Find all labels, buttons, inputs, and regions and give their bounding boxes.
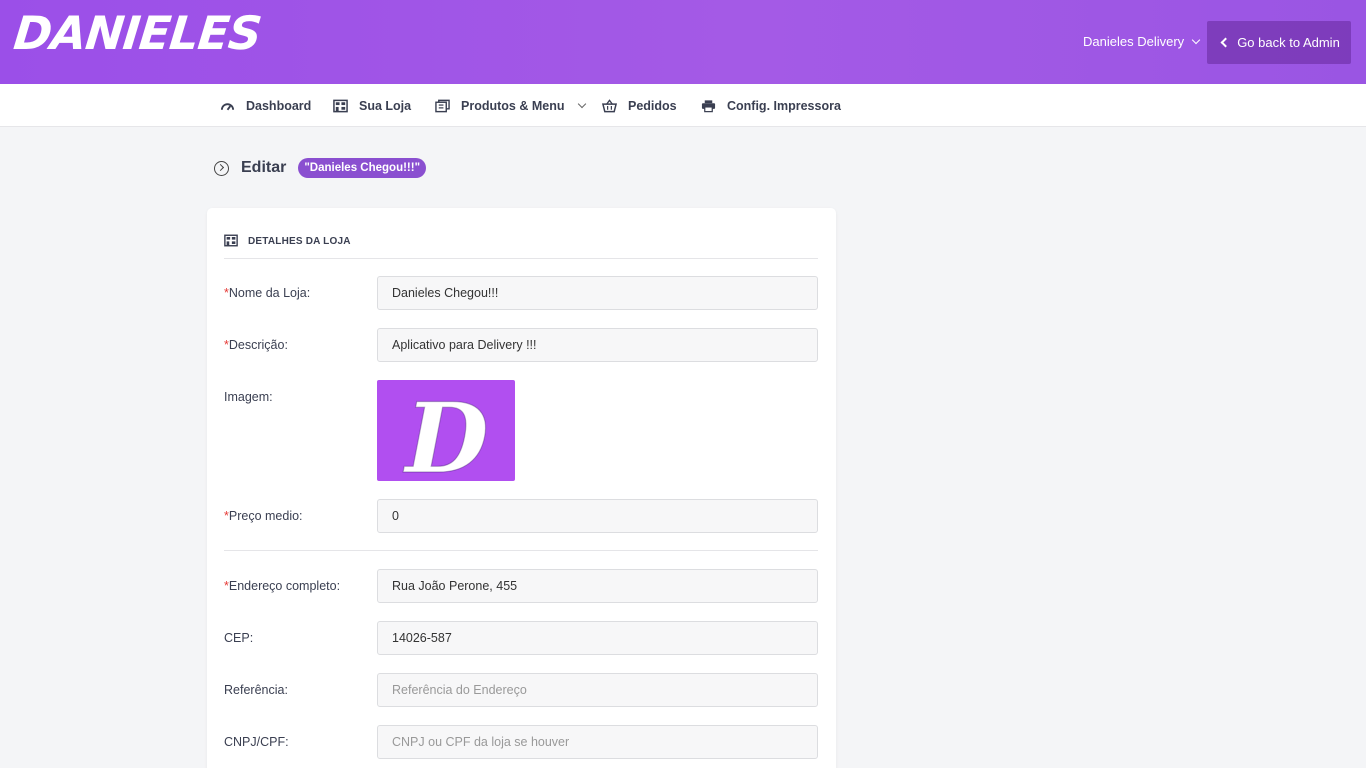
label-text: Nome da Loja: <box>228 286 311 300</box>
preco-medio-input[interactable] <box>377 499 818 533</box>
label-text: Imagem: <box>224 390 273 404</box>
speedometer-icon <box>220 102 235 110</box>
imagem-label: Imagem: <box>224 390 273 404</box>
page-title: Editar <box>241 159 287 176</box>
store-icon <box>224 234 238 247</box>
referencia-label: Referência: <box>224 683 288 697</box>
chevron-down-icon <box>1191 35 1201 44</box>
nav-label: Config. Impressora <box>727 98 841 113</box>
cep-input[interactable] <box>377 621 818 655</box>
nav-label: Dashboard <box>246 98 312 113</box>
endereco-label: *Endereço completo: <box>224 579 340 593</box>
card-title: DETALHES DA LOJA <box>248 236 351 247</box>
section-divider <box>224 550 818 551</box>
store-image-upload[interactable]: D <box>377 380 515 481</box>
nav-item-sua-loja[interactable]: Sua Loja <box>333 84 411 127</box>
main-nav: Dashboard Sua Loja Produtos & Menu Pedid… <box>0 84 1366 127</box>
chevron-circle-right-icon <box>214 160 229 176</box>
top-header: DANIELES Danieles Delivery Go back to Ad… <box>0 0 1366 84</box>
descricao-input[interactable] <box>377 328 818 362</box>
store-details-card: DETALHES DA LOJA *Nome da Loja: *Descriç… <box>207 208 836 768</box>
menu-book-icon <box>435 99 450 112</box>
basket-icon <box>602 98 617 112</box>
store-name-badge: "Danieles Chegou!!!" <box>298 158 427 178</box>
back-to-admin-label: Go back to Admin <box>1237 35 1340 50</box>
nav-label: Sua Loja <box>359 98 412 113</box>
store-selector-dropdown[interactable]: Danieles Delivery <box>1083 34 1201 49</box>
printer-icon <box>701 99 716 112</box>
label-text: Referência: <box>224 683 288 697</box>
label-text: CNPJ/CPF: <box>224 735 289 749</box>
endereco-input[interactable] <box>377 569 818 603</box>
store-logo-image: D <box>402 381 489 481</box>
brand-logo[interactable]: DANIELES <box>11 6 263 60</box>
cep-label: CEP: <box>224 631 253 645</box>
preco-medio-label: *Preço medio: <box>224 509 303 523</box>
cnpj-cpf-label: CNPJ/CPF: <box>224 735 289 749</box>
page-title-row: Editar "Danieles Chegou!!!" <box>214 155 427 181</box>
nav-item-pedidos[interactable]: Pedidos <box>602 84 677 127</box>
nav-label: Produtos & Menu <box>461 98 565 113</box>
nome-da-loja-input[interactable] <box>377 276 818 310</box>
referencia-input[interactable] <box>377 673 818 707</box>
descricao-label: *Descrição: <box>224 338 288 352</box>
label-text: CEP: <box>224 631 254 645</box>
logo-letter: D <box>402 382 488 481</box>
nome-da-loja-label: *Nome da Loja: <box>224 286 310 300</box>
chevron-down-icon <box>578 99 587 108</box>
card-header: DETALHES DA LOJA <box>224 232 818 259</box>
chevron-left-icon <box>1220 37 1231 48</box>
nav-item-produtos-menu[interactable]: Produtos & Menu <box>435 84 587 127</box>
label-text: Preço medio: <box>228 509 303 523</box>
store-icon <box>333 99 348 112</box>
nav-item-dashboard[interactable]: Dashboard <box>220 84 311 127</box>
store-selector-label: Danieles Delivery <box>1083 34 1185 49</box>
nav-label: Pedidos <box>628 98 677 113</box>
label-text: Endereço completo: <box>228 579 341 593</box>
back-to-admin-button[interactable]: Go back to Admin <box>1207 21 1351 64</box>
cnpj-cpf-input[interactable] <box>377 725 818 759</box>
nav-item-config-impressora[interactable]: Config. Impressora <box>701 84 841 127</box>
label-text: Descrição: <box>228 338 288 352</box>
